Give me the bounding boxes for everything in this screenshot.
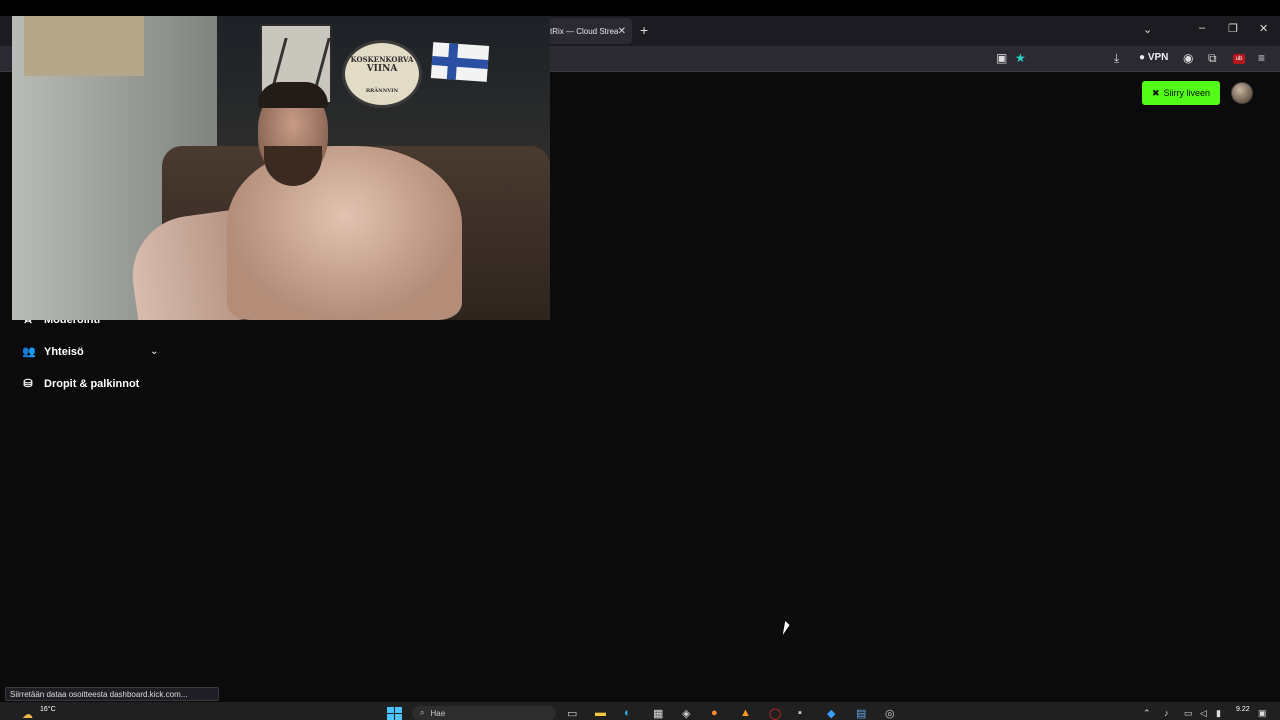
bookmark-star-icon[interactable]: ★ bbox=[1015, 51, 1026, 65]
search-placeholder: Hae bbox=[430, 708, 446, 718]
avatar[interactable] bbox=[1231, 82, 1253, 104]
webcam-person-hair bbox=[258, 82, 328, 108]
webcam-overlay: KOSKENKORVA VIINA BRÄNNVIN bbox=[12, 16, 550, 320]
start-button[interactable] bbox=[387, 707, 402, 720]
network-icon[interactable]: ▭ bbox=[1184, 708, 1193, 719]
browser-tab[interactable]: tRix — Cloud Strea ✕ bbox=[540, 18, 632, 44]
weather-temp[interactable]: 16°C bbox=[40, 706, 56, 713]
sign-text-1: KOSKENKORVA bbox=[350, 54, 414, 64]
minimize-button[interactable]: – bbox=[1199, 22, 1205, 34]
screen: tRix — Cloud Strea ✕ + ⌄ – ❐ ✕ ▣ ★ ⤓ ● V… bbox=[0, 0, 1280, 720]
extensions-icon[interactable]: ⧉ bbox=[1208, 51, 1217, 66]
store-icon[interactable]: ▦ bbox=[653, 707, 663, 720]
webcam-sign: KOSKENKORVA VIINA BRÄNNVIN bbox=[342, 40, 422, 108]
close-window-button[interactable]: ✕ bbox=[1259, 22, 1268, 35]
weather-icon[interactable]: ☁ bbox=[22, 708, 33, 720]
webcam-door bbox=[24, 16, 144, 76]
kick-logo-icon: ✖ bbox=[1151, 87, 1160, 98]
sign-text-2: VIINA bbox=[366, 63, 398, 74]
vpn-button[interactable]: ● VPN bbox=[1139, 52, 1168, 63]
firefox-icon[interactable]: ● bbox=[711, 707, 718, 719]
terminal-icon[interactable]: ▪ bbox=[798, 707, 802, 719]
windows-taskbar: ☁ 16°C ⌕ Hae ▭ ▬ ◐ ▦ ◈ ● ▲ ◯ ▪ ◆ ▤ ◎ ⌃ ♪… bbox=[0, 702, 1280, 720]
vlc-icon[interactable]: ▲ bbox=[740, 707, 751, 719]
app-icon[interactable]: ◆ bbox=[827, 707, 835, 720]
community-icon: 👥 bbox=[22, 346, 36, 358]
restore-button[interactable]: ❐ bbox=[1228, 22, 1238, 35]
list-all-tabs-icon[interactable]: ⌄ bbox=[1143, 23, 1152, 36]
ublock-icon[interactable]: ub bbox=[1233, 54, 1245, 64]
go-live-label: Siirry liveen bbox=[1163, 88, 1211, 98]
reader-view-icon[interactable]: ▣ bbox=[996, 51, 1007, 65]
search-icon: ⌕ bbox=[420, 708, 425, 717]
account-icon[interactable]: ◉ bbox=[1183, 51, 1193, 65]
sidebar-item-label: Dropit & palkinnot bbox=[44, 377, 140, 390]
task-view-icon[interactable]: ▭ bbox=[567, 707, 577, 720]
app-icon[interactable]: ▤ bbox=[856, 707, 866, 720]
tab-close-icon[interactable]: ✕ bbox=[618, 26, 626, 37]
clock[interactable]: 9.22 bbox=[1236, 706, 1250, 713]
webcam-person-body bbox=[227, 146, 462, 320]
file-explorer-icon[interactable]: ▬ bbox=[595, 707, 606, 719]
sign-text-3: BRÄNNVIN bbox=[365, 87, 399, 94]
webcam-flag bbox=[430, 42, 490, 82]
mouse-cursor bbox=[782, 621, 791, 635]
tab-title: tRix — Cloud Strea bbox=[550, 26, 618, 36]
sidebar-item-community[interactable]: 👥 Yhteisö bbox=[22, 345, 84, 359]
download-icon[interactable]: ⤓ bbox=[1114, 51, 1119, 66]
obs-icon[interactable]: ◎ bbox=[885, 707, 895, 720]
opera-icon[interactable]: ◯ bbox=[769, 707, 781, 720]
taskbar-search[interactable]: ⌕ Hae bbox=[412, 706, 556, 720]
battery-icon[interactable]: ▮ bbox=[1216, 708, 1221, 719]
vpn-label: VPN bbox=[1147, 52, 1169, 63]
sidebar-item-drops[interactable]: ⛁ Dropit & palkinnot bbox=[22, 377, 140, 391]
edge-icon[interactable]: ◐ bbox=[624, 707, 631, 719]
steam-icon[interactable]: ◈ bbox=[682, 707, 690, 720]
chevron-down-icon[interactable]: ⌄ bbox=[150, 346, 158, 357]
go-live-button[interactable]: ✖ Siirry liveen bbox=[1142, 81, 1220, 105]
browser-status-bar: Siirretään dataa osoitteesta dashboard.k… bbox=[5, 687, 219, 701]
sidebar-item-label: Yhteisö bbox=[44, 345, 84, 358]
drops-icon: ⛁ bbox=[23, 378, 33, 390]
microphone-icon[interactable]: ♪ bbox=[1164, 708, 1169, 718]
volume-icon[interactable]: ◁ bbox=[1200, 708, 1207, 719]
tray-chevron-up-icon[interactable]: ⌃ bbox=[1143, 708, 1151, 719]
notifications-icon[interactable]: ▣ bbox=[1258, 708, 1267, 719]
top-border bbox=[0, 0, 1280, 16]
new-tab-button[interactable]: + bbox=[640, 22, 648, 38]
menu-icon[interactable]: ≡ bbox=[1258, 51, 1265, 65]
